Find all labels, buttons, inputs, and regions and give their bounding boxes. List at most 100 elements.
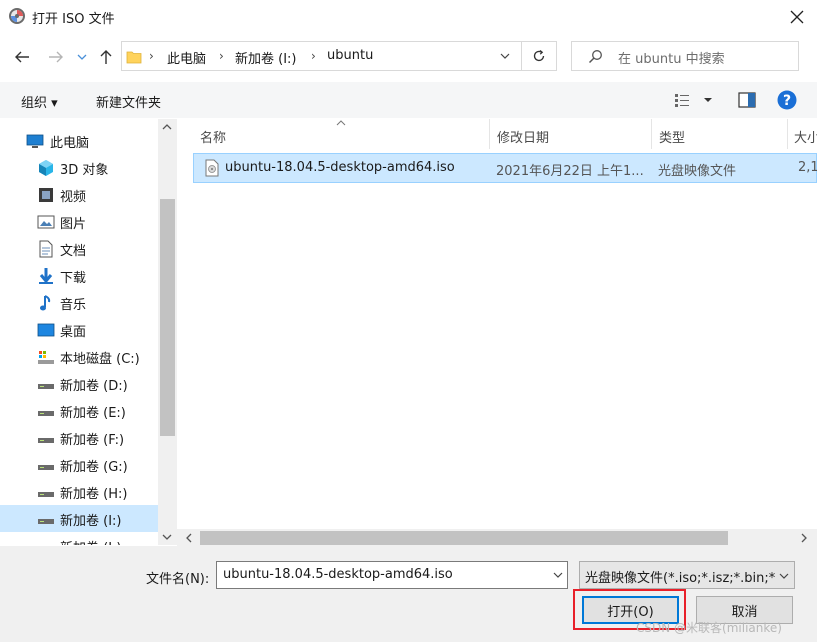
file-name: ubuntu-18.04.5-desktop-amd64.iso <box>225 160 455 175</box>
new-folder-button[interactable]: 新建文件夹 <box>96 92 161 111</box>
folder-icon <box>126 49 142 64</box>
drive-icon <box>37 510 55 528</box>
sidebar-item-desktop[interactable]: 桌面 <box>0 316 158 343</box>
help-icon: ? <box>777 90 797 110</box>
preview-pane-button[interactable] <box>738 92 756 108</box>
drive-icon <box>37 456 55 474</box>
file-size: 2,1 <box>798 160 817 175</box>
drive-icon <box>37 537 55 545</box>
computer-icon <box>26 132 44 150</box>
sidebar-item-downloads[interactable]: 下载 <box>0 262 158 289</box>
sidebar-item-drive-i[interactable]: 新加卷 (I:) <box>0 505 158 532</box>
watermark-text: CSDN @米联客(milianke) <box>636 621 782 635</box>
command-toolbar: 组织 ▾ 新建文件夹 ? <box>0 82 817 118</box>
disc-app-icon <box>8 7 26 25</box>
file-type: 光盘映像文件 <box>658 164 737 179</box>
close-button[interactable] <box>781 2 813 32</box>
refresh-button[interactable] <box>521 41 557 71</box>
sidebar-item-drive-c[interactable]: 本地磁盘 (C:) <box>0 343 158 370</box>
filename-label: 文件名(N): <box>146 572 210 587</box>
help-button[interactable]: ? <box>777 90 797 110</box>
download-icon <box>37 267 55 285</box>
horizontal-scroll-thumb[interactable] <box>200 531 728 545</box>
search-icon <box>588 49 603 64</box>
breadcrumb-this-pc[interactable]: 此电脑 <box>167 48 206 67</box>
filename-dropdown-button[interactable] <box>548 561 568 589</box>
organize-menu-button[interactable]: 组织 ▾ <box>21 92 58 111</box>
sidebar-item-drive-d[interactable]: 新加卷 (D:) <box>0 370 158 397</box>
chevron-down-icon <box>500 53 510 59</box>
column-header-size[interactable]: 大小 <box>794 127 817 146</box>
sidebar-item-this-pc[interactable]: 此电脑 <box>0 127 158 154</box>
breadcrumb-separator-icon: › <box>219 49 224 63</box>
column-header-type[interactable]: 类型 <box>659 127 685 146</box>
scroll-left-button[interactable] <box>185 533 193 543</box>
search-placeholder: 在 ubuntu 中搜索 <box>618 52 725 67</box>
drive-icon <box>37 375 55 393</box>
address-bar[interactable]: › 此电脑 › 新加卷 (I:) › ubuntu <box>121 41 557 71</box>
system-drive-icon <box>37 348 55 366</box>
up-button[interactable] <box>95 44 117 70</box>
search-box[interactable]: 在 ubuntu 中搜索 <box>571 41 799 71</box>
address-dropdown-button[interactable] <box>500 52 510 60</box>
drive-icon <box>37 429 55 447</box>
drive-icon <box>37 483 55 501</box>
sidebar-item-drive-f[interactable]: 新加卷 (F:) <box>0 424 158 451</box>
svg-text:?: ? <box>783 93 791 109</box>
breadcrumb-ubuntu[interactable]: ubuntu <box>327 48 373 63</box>
file-type-filter-value: 光盘映像文件(*.iso;*.isz;*.bin;* <box>585 571 776 586</box>
window-title: 打开 ISO 文件 <box>32 12 115 27</box>
file-type-filter-select[interactable]: 光盘映像文件(*.iso;*.isz;*.bin;* <box>579 561 795 589</box>
sidebar-scroll-up-button[interactable] <box>162 123 172 131</box>
sidebar-item-music[interactable]: 音乐 <box>0 289 158 316</box>
back-button[interactable] <box>10 44 34 70</box>
column-header-name[interactable]: 名称 <box>200 127 226 146</box>
drive-icon <box>37 402 55 420</box>
sidebar-scroll-down-button[interactable] <box>162 533 172 541</box>
desktop-icon <box>37 321 55 339</box>
sidebar-scroll-thumb[interactable] <box>160 199 175 436</box>
documents-icon <box>37 240 55 258</box>
view-options-button[interactable] <box>674 92 712 108</box>
music-icon <box>37 294 55 312</box>
recent-locations-button[interactable] <box>74 44 90 70</box>
sidebar-item-3d-objects[interactable]: 3D 对象 <box>0 154 158 181</box>
chevron-down-icon <box>162 534 172 540</box>
pictures-icon <box>37 213 55 231</box>
refresh-icon <box>533 49 545 62</box>
chevron-down-icon <box>553 572 563 578</box>
column-header-modified[interactable]: 修改日期 <box>497 127 549 146</box>
sort-ascending-icon <box>336 120 346 126</box>
sidebar-item-pictures[interactable]: 图片 <box>0 208 158 235</box>
chevron-right-icon <box>801 533 807 543</box>
sidebar-item-drive-e[interactable]: 新加卷 (E:) <box>0 397 158 424</box>
scroll-right-button[interactable] <box>800 533 808 543</box>
sidebar-item-drive-h[interactable]: 新加卷 (H:) <box>0 478 158 505</box>
close-icon <box>790 10 804 24</box>
title-bar <box>0 0 817 34</box>
navigation-pane: 此电脑 3D 对象 视频 图片 文档 下载 音乐 桌面 本地磁盘 (C:) 新加… <box>0 119 177 545</box>
filename-input[interactable]: ubuntu-18.04.5-desktop-amd64.iso <box>216 561 568 589</box>
sidebar-item-drive-g[interactable]: 新加卷 (G:) <box>0 451 158 478</box>
forward-button[interactable] <box>45 44 67 70</box>
sidebar-item-videos[interactable]: 视频 <box>0 181 158 208</box>
up-arrow-icon <box>100 50 112 64</box>
chevron-up-icon <box>162 124 172 130</box>
chevron-down-icon <box>77 54 87 60</box>
sidebar-item-drive-j[interactable]: 新加卷 (J:) <box>0 532 158 545</box>
back-arrow-icon <box>15 51 29 63</box>
view-list-icon <box>675 94 712 107</box>
3d-objects-icon <box>37 159 55 177</box>
chevron-left-icon <box>186 533 192 543</box>
preview-pane-icon <box>738 92 756 108</box>
filename-value: ubuntu-18.04.5-desktop-amd64.iso <box>223 567 453 582</box>
breadcrumb-separator-icon: › <box>311 49 316 63</box>
breadcrumb-drive-i[interactable]: 新加卷 (I:) <box>235 48 297 67</box>
chevron-down-icon <box>779 573 789 579</box>
forward-arrow-icon <box>49 51 63 63</box>
sidebar-item-documents[interactable]: 文档 <box>0 235 158 262</box>
disc-image-file-icon <box>204 159 220 177</box>
breadcrumb-separator-icon: › <box>149 49 154 63</box>
table-row[interactable]: ubuntu-18.04.5-desktop-amd64.iso 2021年6月… <box>193 153 817 183</box>
video-icon <box>37 186 55 204</box>
